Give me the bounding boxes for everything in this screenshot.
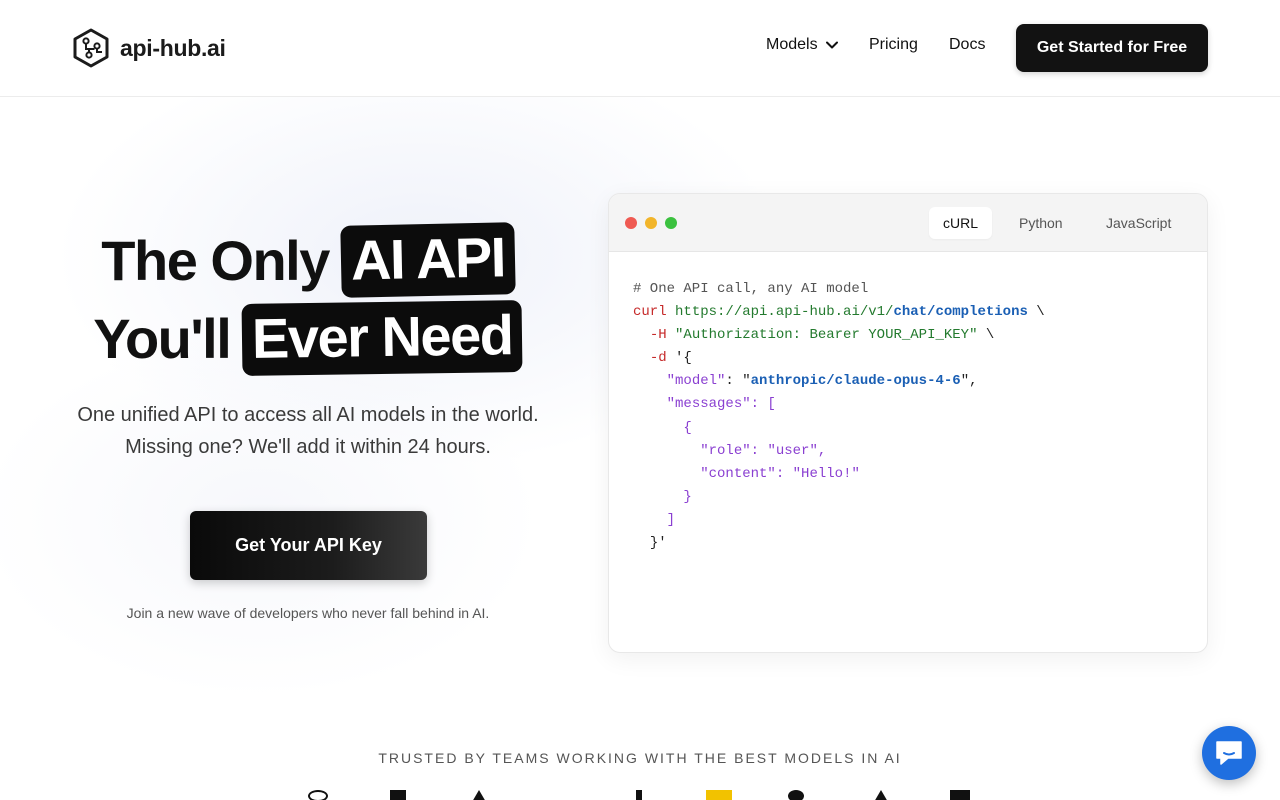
code-content-key: "content" [700,465,776,482]
tab-javascript[interactable]: JavaScript [1092,207,1185,239]
code-role-key: "role" [700,442,751,459]
code-example-card: cURL Python JavaScript # One API call, a… [608,193,1208,653]
code-curl: curl [633,304,667,321]
code-messages-key: "messages" [666,396,751,413]
headline-plain-2: You'll [93,306,232,370]
headline-highlight-2: Ever Need [241,300,524,376]
code-model-value: anthropic/claude-opus-4-6 [750,373,961,390]
hero-subtitle-2: Missing one? We'll add it within 24 hour… [125,436,491,458]
partner-logo-3 [472,790,486,800]
chat-widget-button[interactable] [1202,726,1256,780]
headline-line-1: The Only AI API [0,222,616,298]
code-data-open: '{ [675,350,692,367]
tab-curl[interactable]: cURL [929,207,993,239]
trusted-by-label: TRUSTED BY TEAMS WORKING WITH THE BEST M… [378,750,902,766]
headline-highlight-1: AI API [340,222,516,298]
code-comment: # One API call, any AI model [633,281,869,297]
brand[interactable]: api-hub.ai [72,28,226,68]
partner-logos [300,790,1000,800]
headline-line-2: You'll Ever Need [0,300,616,376]
code-header-value: "Authorization: Bearer YOUR_API_KEY" [675,327,978,344]
headline-plain-1: The Only [101,228,330,292]
code-content-value: "Hello!" [792,465,860,482]
code-snippet: # One API call, any AI model curl https:… [633,281,1045,552]
site-header: api-hub.ai Models Pricing Docs Get Start… [0,0,1280,97]
partner-logo-5 [706,790,732,800]
partner-logo-2 [390,790,406,800]
chat-bubble-icon [1216,741,1242,765]
partner-logo-6 [788,790,804,800]
get-api-key-button[interactable]: Get Your API Key [190,511,427,580]
code-continuation: \ [1036,304,1045,321]
code-card-titlebar: cURL Python JavaScript [609,194,1207,252]
nav-pricing[interactable]: Pricing [869,36,918,54]
code-url-prefix: https://api.api-hub.ai/v1/ [675,304,894,321]
code-data-flag: -d [649,350,667,367]
chevron-down-icon [825,41,838,49]
hero-subtitle-1: One unified API to access all AI models … [77,404,539,426]
nav-models-label: Models [766,36,818,53]
partner-logo-4 [636,790,642,800]
window-minimize-dot [645,217,657,229]
code-role-value: "user" [767,442,818,459]
tab-python[interactable]: Python [1005,207,1077,239]
hexagon-circuit-icon [73,28,109,68]
nav-models[interactable]: Models [766,36,838,54]
brand-name: api-hub.ai [120,34,226,61]
partner-logo-7 [874,790,888,800]
code-url-path: chat/completions [893,304,1028,321]
get-started-button[interactable]: Get Started for Free [1016,24,1208,72]
window-maximize-dot [665,217,677,229]
partner-logo-8 [950,790,970,800]
hero-note: Join a new wave of developers who never … [126,605,490,621]
code-header-flag: -H [649,327,667,344]
partner-logo-1 [308,790,328,800]
nav-docs[interactable]: Docs [949,36,985,54]
window-close-dot [625,217,637,229]
code-model-key: "model" [666,373,726,390]
code-continuation-2: \ [985,327,995,344]
code-data-close: }' [649,535,667,552]
